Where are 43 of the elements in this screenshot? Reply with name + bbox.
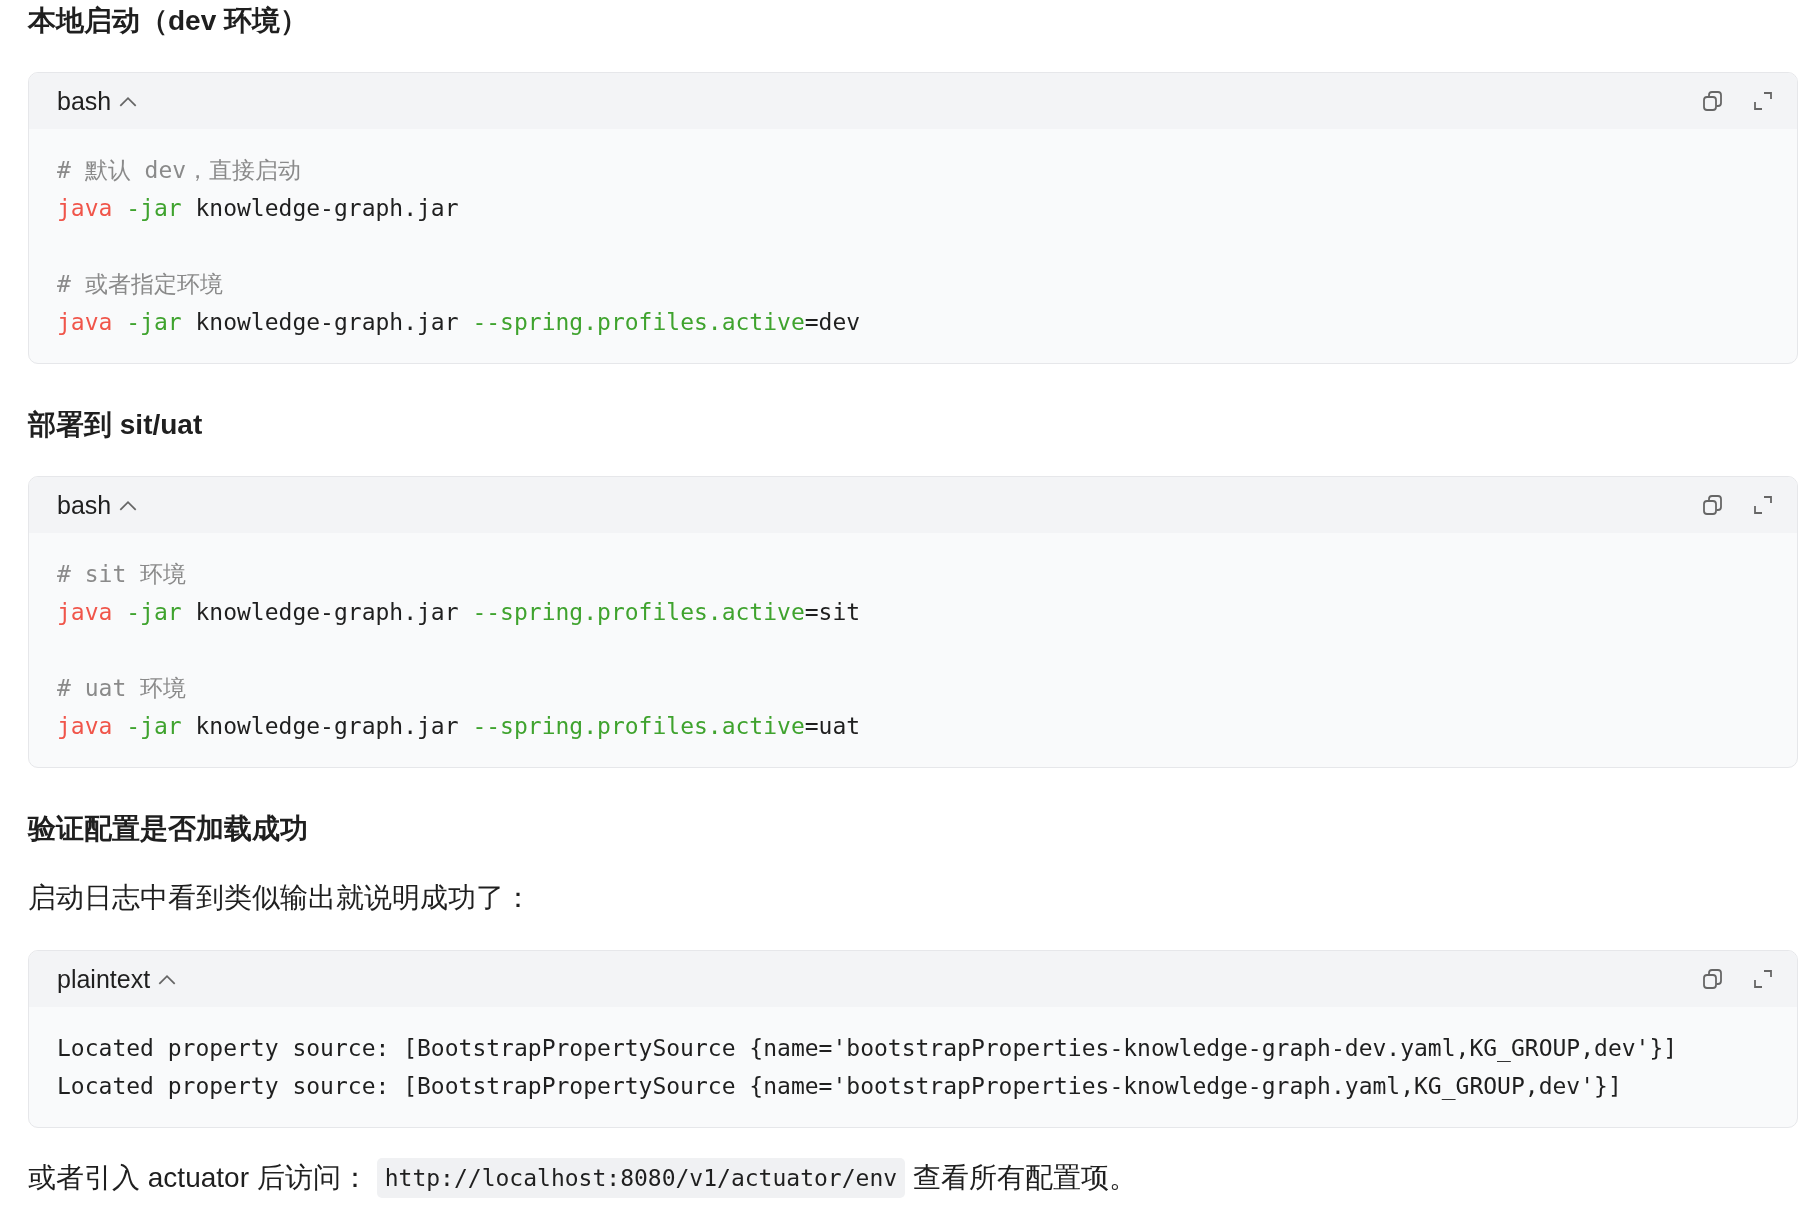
option-text: -jar [126, 713, 182, 739]
code-text: Located property source: [BootstrapPropertySource {name='bootstrapProperties-knowledge-graph.yaml,KG_GROUP,dev'}] [57, 1073, 1622, 1099]
code-text: knowledge-graph.jar [195, 599, 459, 625]
code-text: Located property source: [BootstrapPropertySource {name='bootstrapProperties-knowledge-graph-dev.yaml,KG_GROUP,dev'}] [57, 1035, 1678, 1061]
copy-icon[interactable] [1701, 967, 1725, 991]
paragraph: 启动日志中看到类似输出就说明成功了： [28, 881, 533, 915]
language-toggle[interactable]: plaintext [57, 964, 177, 994]
command-text: java [57, 195, 113, 221]
section-heading: 本地启动（dev 环境） [28, 4, 310, 38]
comment-text: # 或者指定环境 [57, 271, 223, 297]
section-heading: 验证配置是否加载成功 [28, 812, 309, 846]
code-text: knowledge-graph.jar [195, 309, 459, 335]
paragraph-text: 查看所有配置项。 [913, 1161, 1138, 1195]
option-text: -jar [126, 309, 182, 335]
expand-icon[interactable] [1751, 493, 1775, 517]
caret-icon [158, 973, 177, 985]
expand-icon[interactable] [1751, 967, 1775, 991]
inline-code: http://localhost:8080/v1/actuator/env [376, 1158, 906, 1198]
comment-text: # sit 环境 [57, 561, 187, 587]
option-text: --spring.profiles.active [472, 599, 805, 625]
comment-text: # 默认 dev，直接启动 [57, 157, 302, 183]
language-toggle[interactable]: bash [57, 86, 138, 116]
caret-icon [119, 499, 138, 511]
expand-icon[interactable] [1751, 89, 1775, 113]
caret-icon [119, 95, 138, 107]
copy-icon[interactable] [1701, 89, 1725, 113]
value-text: =uat [804, 713, 861, 739]
option-text: --spring.profiles.active [472, 309, 805, 335]
command-text: java [57, 309, 113, 335]
option-text: -jar [126, 195, 182, 221]
option-text: -jar [126, 599, 182, 625]
option-text: --spring.profiles.active [472, 713, 805, 739]
comment-text: # uat 环境 [57, 675, 187, 701]
command-text: java [57, 713, 113, 739]
code-text: knowledge-graph.jar [195, 713, 459, 739]
language-toggle[interactable]: bash [57, 490, 138, 520]
paragraph-text: 或者引入 actuator 后访问： [28, 1161, 369, 1195]
command-text: java [57, 599, 113, 625]
section-heading: 部署到 sit/uat [28, 408, 204, 442]
copy-icon[interactable] [1701, 493, 1725, 517]
code-text: knowledge-graph.jar [195, 195, 459, 221]
value-text: =sit [804, 599, 861, 625]
value-text: =dev [804, 309, 861, 335]
